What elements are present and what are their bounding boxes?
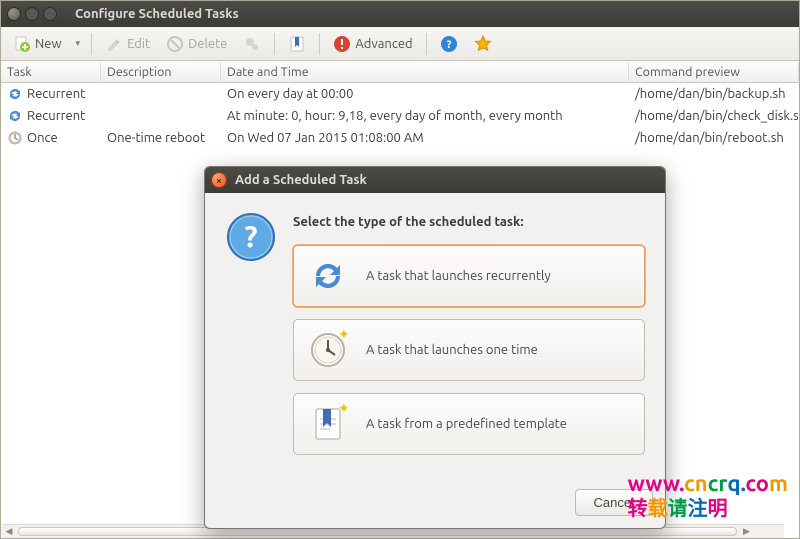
option-recurrent[interactable]: A task that launches recurrently — [293, 245, 645, 307]
template-button[interactable] — [282, 32, 312, 56]
new-badge-icon: ✦ — [338, 400, 352, 414]
help-button[interactable]: ? — [434, 32, 464, 56]
task-description — [101, 92, 221, 96]
delete-button[interactable]: Delete — [160, 32, 233, 56]
task-command: /home/dan/bin/reboot.sh — [629, 129, 799, 147]
task-datetime: On Wed 07 Jan 2015 01:08:00 AM — [221, 129, 629, 147]
task-command: /home/dan/bin/check_disk.sh — [629, 107, 799, 125]
edit-icon — [105, 35, 123, 53]
window-maximize-button[interactable] — [43, 7, 57, 21]
toolbar-separator — [91, 33, 92, 55]
star-icon — [474, 35, 492, 53]
new-label: New — [35, 37, 62, 51]
column-datetime[interactable]: Date and Time — [221, 63, 629, 81]
task-description: One-time reboot — [101, 129, 221, 147]
scroll-left-arrow[interactable]: ◀ — [2, 525, 16, 538]
column-command[interactable]: Command preview — [629, 63, 799, 81]
edit-label: Edit — [127, 37, 150, 51]
task-datetime: On every day at 00:00 — [221, 85, 629, 103]
recurrent-icon — [7, 86, 23, 102]
column-description[interactable]: Description — [101, 63, 221, 81]
clock-icon: ✦ — [308, 330, 348, 370]
recurrent-icon — [7, 108, 23, 124]
window-minimize-button[interactable] — [25, 7, 39, 21]
bookmark-icon — [288, 35, 306, 53]
dialog-title: Add a Scheduled Task — [235, 173, 367, 187]
option-label: A task that launches one time — [366, 343, 538, 357]
table-header: Task Description Date and Time Command p… — [1, 61, 799, 83]
delete-label: Delete — [188, 37, 227, 51]
once-icon — [7, 130, 23, 146]
add-task-dialog: × Add a Scheduled Task ? Select the type… — [204, 166, 666, 529]
option-once[interactable]: ✦ A task that launches one time — [293, 319, 645, 381]
window-title: Configure Scheduled Tasks — [75, 7, 239, 21]
column-task[interactable]: Task — [1, 63, 101, 81]
gears-icon — [243, 35, 261, 53]
new-badge-icon: ✦ — [338, 326, 352, 340]
dialog-footer: Cancel — [205, 481, 665, 528]
new-icon — [13, 35, 31, 53]
dialog-heading: Select the type of the scheduled task: — [293, 215, 645, 229]
toolbar-separator — [274, 33, 275, 55]
task-type: Recurrent — [27, 109, 85, 123]
titlebar: Configure Scheduled Tasks — [1, 1, 799, 27]
toolbar-separator — [426, 33, 427, 55]
svg-text:?: ? — [446, 39, 451, 51]
option-label: A task from a predefined template — [366, 417, 567, 431]
help-icon: ? — [440, 35, 458, 53]
recurrent-icon — [308, 256, 348, 296]
dialog-close-button[interactable]: × — [211, 172, 227, 188]
favorite-button[interactable] — [468, 32, 498, 56]
question-icon: ? — [225, 211, 277, 263]
svg-text:?: ? — [244, 219, 257, 253]
scroll-right-arrow[interactable]: ▶ — [739, 525, 753, 538]
task-datetime: At minute: 0, hour: 9,18, every day of m… — [221, 107, 629, 125]
table-row[interactable]: Recurrent On every day at 00:00 /home/da… — [1, 83, 799, 105]
task-command: /home/dan/bin/backup.sh — [629, 85, 799, 103]
edit-button[interactable]: Edit — [99, 32, 156, 56]
table-row[interactable]: Recurrent At minute: 0, hour: 9,18, ever… — [1, 105, 799, 127]
window-close-button[interactable] — [7, 7, 21, 21]
new-dropdown-arrow[interactable]: ▾ — [72, 38, 85, 49]
task-description — [101, 114, 221, 118]
option-label: A task that launches recurrently — [366, 269, 551, 283]
template-icon: ✦ — [308, 404, 348, 444]
new-button[interactable]: New — [7, 32, 68, 56]
advanced-button[interactable]: Advanced — [327, 32, 418, 56]
advanced-label: Advanced — [355, 37, 412, 51]
delete-icon — [166, 35, 184, 53]
cancel-button[interactable]: Cancel — [575, 489, 653, 516]
option-template[interactable]: ✦ A task from a predefined template — [293, 393, 645, 455]
table-body: Recurrent On every day at 00:00 /home/da… — [1, 83, 799, 149]
table-row[interactable]: Once One-time reboot On Wed 07 Jan 2015 … — [1, 127, 799, 149]
task-type: Recurrent — [27, 87, 85, 101]
run-button[interactable] — [237, 32, 267, 56]
dialog-titlebar: × Add a Scheduled Task — [205, 167, 665, 193]
toolbar-separator — [319, 33, 320, 55]
toolbar: New ▾ Edit Delete — [1, 27, 799, 61]
task-type: Once — [27, 131, 58, 145]
warning-icon — [333, 35, 351, 53]
dialog-body: ? Select the type of the scheduled task:… — [205, 193, 665, 481]
